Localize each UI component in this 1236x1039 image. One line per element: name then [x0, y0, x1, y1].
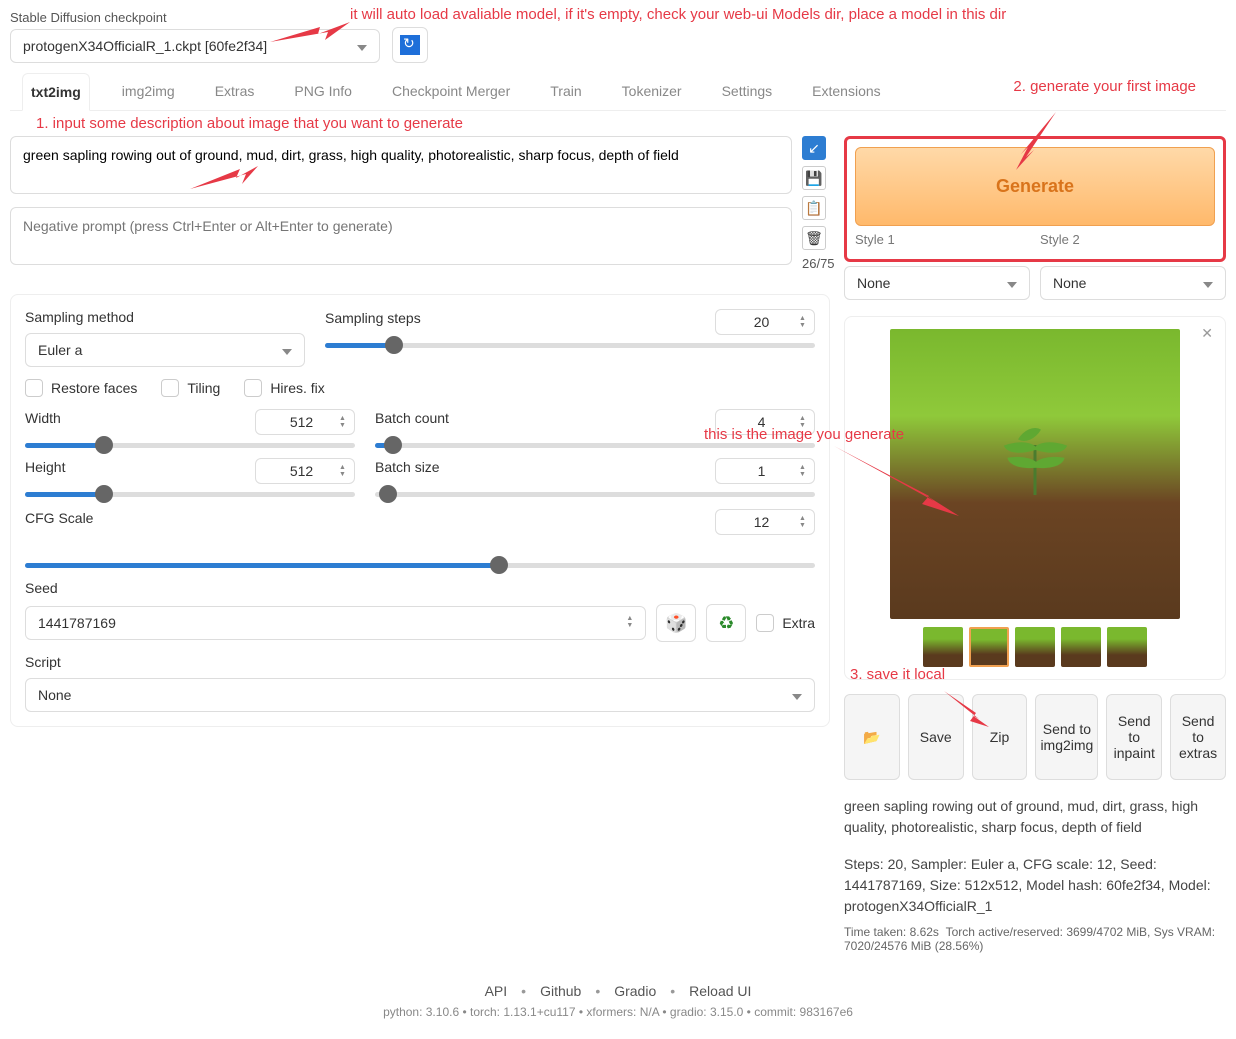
tab-extensions[interactable]: Extensions	[804, 73, 888, 110]
sampling-method-label: Sampling method	[25, 309, 305, 325]
height-input[interactable]: 512▲▼	[255, 458, 355, 484]
checkpoint-label: Stable Diffusion checkpoint	[10, 10, 380, 25]
width-input[interactable]: 512▲▼	[255, 409, 355, 435]
script-dropdown[interactable]: None	[25, 678, 815, 712]
batch-size-slider[interactable]	[375, 492, 815, 497]
refresh-icon	[400, 35, 420, 55]
open-folder-button[interactable]: 📂	[844, 694, 900, 780]
seed-input[interactable]: 1441787169▲▼	[25, 606, 646, 640]
seed-label: Seed	[25, 580, 815, 596]
send-to-img2img-button[interactable]: Send to img2img	[1035, 694, 1098, 780]
annotation-top: it will auto load avaliable model, if it…	[350, 6, 1006, 23]
tab-pnginfo[interactable]: PNG Info	[286, 73, 360, 110]
footer-link-reload[interactable]: Reload UI	[689, 983, 751, 999]
output-image[interactable]	[890, 329, 1180, 619]
folder-icon: 📂	[863, 729, 880, 746]
tab-img2img[interactable]: img2img	[114, 73, 183, 110]
sampling-steps-label: Sampling steps	[325, 310, 421, 326]
tab-txt2img[interactable]: txt2img	[22, 73, 90, 111]
batch-size-label: Batch size	[375, 459, 440, 475]
output-params: Steps: 20, Sampler: Euler a, CFG scale: …	[844, 854, 1226, 917]
thumbnail[interactable]	[923, 627, 963, 667]
style1-dropdown[interactable]: None	[844, 266, 1030, 300]
sampling-method-dropdown[interactable]: Euler a	[25, 333, 305, 367]
footer-link-github[interactable]: Github	[540, 983, 581, 999]
sampling-steps-slider[interactable]	[325, 343, 815, 348]
width-label: Width	[25, 410, 61, 426]
generation-settings: Sampling method Euler a Sampling steps 2…	[10, 294, 830, 727]
tab-train[interactable]: Train	[542, 73, 589, 110]
recycle-icon[interactable]: ♻	[706, 604, 746, 642]
batch-count-label: Batch count	[375, 410, 449, 426]
cfg-label: CFG Scale	[25, 510, 93, 526]
tab-tokenizer[interactable]: Tokenizer	[614, 73, 690, 110]
footer-link-api[interactable]: API	[485, 983, 508, 999]
annotation-step3: 3. save it local	[850, 666, 945, 683]
script-label: Script	[25, 654, 815, 670]
thumbnail[interactable]	[969, 627, 1009, 667]
chevron-down-icon	[792, 687, 802, 703]
footer-link-gradio[interactable]: Gradio	[614, 983, 656, 999]
sampling-steps-input[interactable]: 20▲▼	[715, 309, 815, 335]
output-time: Time taken: 8.62s Torch active/reserved:…	[844, 925, 1226, 953]
negative-prompt-input[interactable]	[10, 207, 792, 265]
arrow-icon-button[interactable]: ↙	[802, 136, 826, 160]
token-count: 26/75	[802, 256, 830, 271]
annotation-image: this is the image you generate	[704, 426, 904, 443]
thumbnail[interactable]	[1107, 627, 1147, 667]
clipboard-icon[interactable]: 📋	[802, 196, 826, 220]
thumbnail[interactable]	[1015, 627, 1055, 667]
chevron-down-icon	[357, 38, 367, 54]
annotation-step1: 1. input some description about image th…	[36, 115, 1236, 132]
extra-checkbox[interactable]: Extra	[756, 614, 815, 632]
style2-dropdown[interactable]: None	[1040, 266, 1226, 300]
save-preset-icon[interactable]: 💾	[802, 166, 826, 190]
batch-count-slider[interactable]	[375, 443, 815, 448]
height-label: Height	[25, 459, 65, 475]
dice-icon[interactable]: 🎲	[656, 604, 696, 642]
tab-settings[interactable]: Settings	[714, 73, 781, 110]
hires-fix-checkbox[interactable]: Hires. fix	[244, 379, 324, 397]
style1-label: Style 1	[855, 232, 1030, 247]
cfg-input[interactable]: 12▲▼	[715, 509, 815, 535]
restore-faces-checkbox[interactable]: Restore faces	[25, 379, 137, 397]
batch-size-input[interactable]: 1▲▼	[715, 458, 815, 484]
generate-button[interactable]: Generate	[855, 147, 1215, 226]
footer: API• Github• Gradio• Reload UI python: 3…	[10, 983, 1226, 1019]
height-slider[interactable]	[25, 492, 355, 497]
prompt-input[interactable]	[10, 136, 792, 194]
checkpoint-dropdown[interactable]: protogenX34OfficialR_1.ckpt [60fe2f34]	[10, 29, 380, 63]
zip-button[interactable]: Zip	[972, 694, 1028, 780]
trash-icon[interactable]: 🗑	[802, 226, 826, 250]
send-to-extras-button[interactable]: Send to extras	[1170, 694, 1226, 780]
save-button[interactable]: Save	[908, 694, 964, 780]
cfg-slider[interactable]	[25, 563, 815, 568]
thumbnail[interactable]	[1061, 627, 1101, 667]
thumbnail-strip	[857, 627, 1213, 667]
output-prompt-echo: green sapling rowing out of ground, mud,…	[844, 796, 1226, 838]
refresh-checkpoint-button[interactable]	[392, 27, 428, 63]
tab-checkpoint-merger[interactable]: Checkpoint Merger	[384, 73, 518, 110]
style2-label: Style 2	[1040, 232, 1215, 247]
annotation-step2: 2. generate your first image	[1013, 78, 1196, 95]
chevron-down-icon	[1203, 275, 1213, 291]
tab-extras[interactable]: Extras	[207, 73, 263, 110]
output-panel: ✕	[844, 316, 1226, 680]
width-slider[interactable]	[25, 443, 355, 448]
chevron-down-icon	[282, 342, 292, 358]
footer-meta: python: 3.10.6 • torch: 1.13.1+cu117 • x…	[10, 1005, 1226, 1019]
send-to-inpaint-button[interactable]: Send to inpaint	[1106, 694, 1162, 780]
chevron-down-icon	[1007, 275, 1017, 291]
close-icon[interactable]: ✕	[1201, 325, 1213, 342]
checkpoint-value: protogenX34OfficialR_1.ckpt [60fe2f34]	[23, 38, 267, 54]
tiling-checkbox[interactable]: Tiling	[161, 379, 220, 397]
